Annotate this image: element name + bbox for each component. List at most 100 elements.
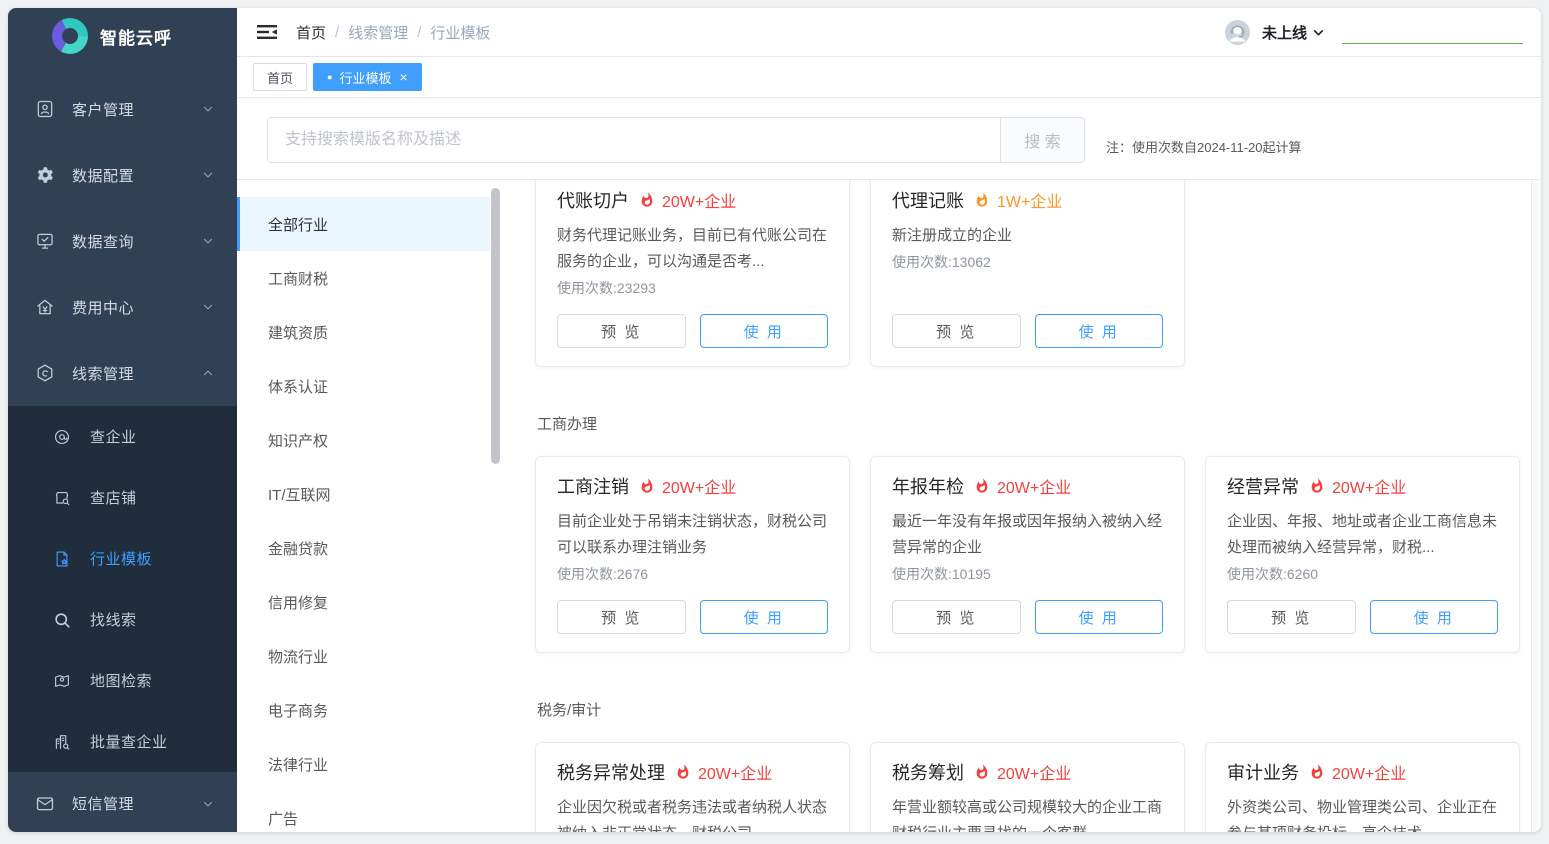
preview-button[interactable]: 预 览 (1227, 600, 1356, 634)
flame-icon (675, 764, 691, 780)
category-item[interactable]: 知识产权 (237, 413, 490, 467)
card-desc: 年营业额较高或公司规模较大的企业工商财税行业主要寻找的一个客群 (892, 795, 1163, 832)
card-title: 代账切户 (557, 187, 629, 213)
card-title-row: 审计业务 20W+企业 (1227, 759, 1498, 785)
flame-icon (974, 764, 990, 780)
sidebar-item-customer-management[interactable]: 客户管理 (8, 76, 237, 142)
template-card: 年报年检 20W+企业 最近一年没有年报或因年报纳入被纳入经营异常的企业 使用次… (870, 456, 1185, 653)
use-button[interactable]: 使 用 (1035, 600, 1164, 634)
tab-home[interactable]: 首页 (253, 63, 307, 91)
quick-dial-input[interactable] (1342, 20, 1523, 44)
card-title-row: 代账切户 20W+企业 (557, 187, 828, 213)
card-desc: 最近一年没有年报或因年报纳入被纳入经营异常的企业 (892, 509, 1163, 561)
collapse-sidebar-icon[interactable] (257, 24, 277, 40)
breadcrumb-separator: / (335, 24, 339, 41)
card-usage: 使用次数:13062 (892, 252, 1163, 272)
breadcrumb-item[interactable]: 首页 (296, 22, 326, 43)
page-scrollbar[interactable] (1531, 180, 1541, 832)
sidebar-item-sms-management[interactable]: 短信管理 (8, 772, 237, 832)
card-title-row: 年报年检 20W+企业 (892, 473, 1163, 499)
card-title: 年报年检 (892, 473, 964, 499)
sidebar-item-industry-template[interactable]: 行业模板 (8, 528, 237, 589)
sidebar: 智能云呼 客户管理 数据配置 数据查询 费用中心 线索管理 查企业 查店铺 行业… (8, 8, 237, 832)
use-button[interactable]: 使 用 (700, 600, 829, 634)
sidebar-item-data-config[interactable]: 数据配置 (8, 142, 237, 208)
card-desc: 企业因欠税或者税务违法或者纳税人状态被纳入非正常状态，财税公司 (557, 795, 828, 832)
active-tab-dot-icon: ● (327, 73, 332, 82)
topbar-right: 未上线 (1224, 19, 1523, 46)
app-title: 智能云呼 (100, 24, 172, 49)
category-item[interactable]: IT/互联网 (237, 467, 490, 521)
category-item[interactable]: 信用修复 (237, 575, 490, 629)
card-hot-badge: 20W+企业 (1332, 474, 1406, 498)
card-desc: 新注册成立的企业 (892, 223, 1163, 249)
tab-bar: 首页 ● 行业模板 × (237, 57, 1541, 98)
category-item[interactable]: 全部行业 (237, 197, 490, 251)
sidebar-item-map-search[interactable]: 地图检索 (8, 650, 237, 711)
template-card: 税务筹划 20W+企业 年营业额较高或公司规模较大的企业工商财税行业主要寻找的一… (870, 742, 1185, 832)
card-buttons: 预 览 使 用 (892, 584, 1163, 634)
tab-industry-template[interactable]: ● 行业模板 × (313, 63, 422, 91)
sidebar-item-cost-center[interactable]: 费用中心 (8, 274, 237, 340)
scrollbar-thumb[interactable] (491, 188, 500, 464)
card-hot-badge: 20W+企业 (997, 760, 1071, 784)
card-title: 税务筹划 (892, 759, 964, 785)
app-logo: 智能云呼 (8, 8, 237, 64)
category-item[interactable]: 建筑资质 (237, 305, 490, 359)
sidebar-item-batch-company-search[interactable]: 批量查企业 (8, 711, 237, 772)
buildings-icon (53, 733, 71, 751)
card-title: 经营异常 (1227, 473, 1299, 499)
search-button[interactable]: 搜 索 (1000, 118, 1084, 162)
sidebar-item-data-query[interactable]: 数据查询 (8, 208, 237, 274)
preview-button[interactable]: 预 览 (557, 314, 686, 348)
chevron-down-icon[interactable] (1312, 26, 1325, 39)
sidebar-item-find-leads[interactable]: 找线索 (8, 589, 237, 650)
category-item[interactable]: 金融贷款 (237, 521, 490, 575)
preview-button[interactable]: 预 览 (557, 600, 686, 634)
template-doc-icon (53, 550, 71, 568)
sidebar-item-search-company[interactable]: 查企业 (8, 406, 237, 467)
category-item[interactable]: 广告 (237, 791, 490, 832)
card-hot-badge: 20W+企业 (662, 474, 736, 498)
use-button[interactable]: 使 用 (1035, 314, 1164, 348)
card-title: 税务异常处理 (557, 759, 665, 785)
card-title: 代理记账 (892, 187, 964, 213)
card-buttons: 预 览 使 用 (557, 584, 828, 634)
template-card: 税务异常处理 20W+企业 企业因欠税或者税务违法或者纳税人状态被纳入非正常状态… (535, 742, 850, 832)
chevron-down-icon (201, 102, 215, 116)
card-usage: 使用次数:23293 (557, 278, 828, 298)
sidebar-submenu: 查企业 查店铺 行业模板 找线索 地图检索 批量查企业 (8, 406, 237, 772)
flame-icon (974, 478, 990, 494)
sidebar-item-lead-management[interactable]: 线索管理 (8, 340, 237, 406)
category-item[interactable]: 电子商务 (237, 683, 490, 737)
preview-button[interactable]: 预 览 (892, 600, 1021, 634)
card-row: 税务异常处理 20W+企业 企业因欠税或者税务违法或者纳税人状态被纳入非正常状态… (535, 742, 1521, 832)
preview-button[interactable]: 预 览 (892, 314, 1021, 348)
section-title: 税务/审计 (537, 699, 1521, 720)
card-title-row: 税务筹划 20W+企业 (892, 759, 1163, 785)
category-item[interactable]: 法律行业 (237, 737, 490, 791)
sidebar-menu: 客户管理 数据配置 数据查询 费用中心 线索管理 (8, 64, 237, 406)
category-scrollbar[interactable] (490, 180, 502, 832)
chevron-up-icon (201, 366, 215, 380)
card-hot-badge: 20W+企业 (1332, 760, 1406, 784)
category-item[interactable]: 体系认证 (237, 359, 490, 413)
category-item[interactable]: 工商财税 (237, 251, 490, 305)
category-item[interactable]: 物流行业 (237, 629, 490, 683)
card-row: 工商注销 20W+企业 目前企业处于吊销未注销状态，财税公司可以联系办理注销业务… (535, 456, 1521, 653)
search-input[interactable] (268, 118, 1000, 162)
card-buttons: 预 览 使 用 (892, 298, 1163, 348)
use-button[interactable]: 使 用 (700, 314, 829, 348)
use-button[interactable]: 使 用 (1370, 600, 1499, 634)
sidebar-menu-bottom: 短信管理 (8, 772, 237, 832)
search-icon (53, 611, 71, 629)
chevron-down-icon (201, 797, 215, 811)
agent-status[interactable]: 未上线 (1262, 22, 1307, 43)
card-hot-badge: 20W+企业 (698, 760, 772, 784)
sidebar-item-search-shop[interactable]: 查店铺 (8, 467, 237, 528)
logo-swirl-icon (52, 18, 88, 54)
main-panel: 首页/线索管理/行业模板 未上线 首页 ● 行业模板 × 搜 索 (237, 8, 1541, 832)
template-card: 经营异常 20W+企业 企业因、年报、地址或者企业工商信息未处理而被纳入经营异常… (1205, 456, 1520, 653)
close-icon[interactable]: × (399, 70, 407, 84)
breadcrumb-item[interactable]: 线索管理 (348, 22, 408, 43)
